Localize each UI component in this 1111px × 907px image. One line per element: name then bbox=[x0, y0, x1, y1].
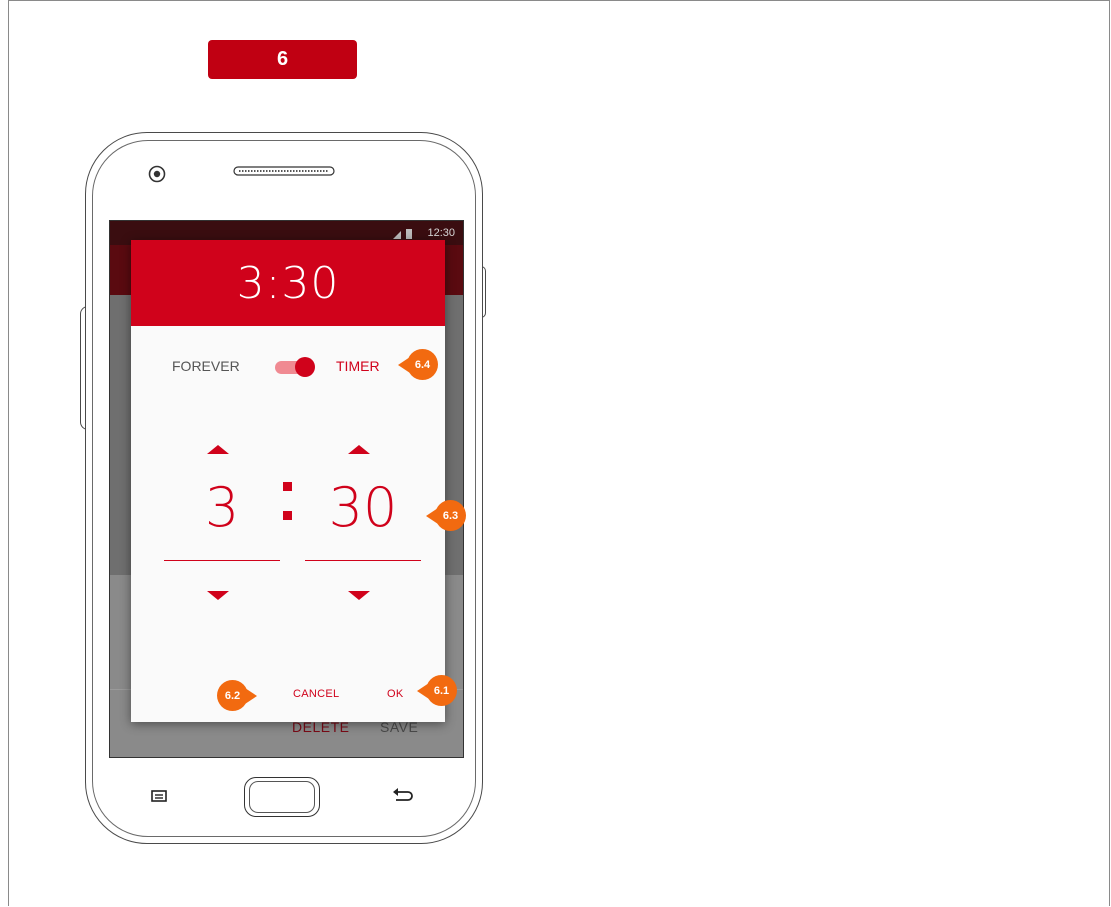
minutes-field[interactable]: 30 bbox=[305, 476, 421, 539]
minutes-down-arrow-icon[interactable] bbox=[348, 591, 370, 600]
hours-up-arrow-icon[interactable] bbox=[207, 445, 229, 454]
back-icon[interactable] bbox=[392, 787, 414, 803]
camera-icon bbox=[148, 165, 166, 183]
hours-field[interactable]: 3 bbox=[164, 476, 280, 539]
status-time: 12:30 bbox=[427, 227, 455, 239]
toggle-thumb bbox=[295, 357, 315, 377]
annotation-6-4: 6.4 bbox=[398, 349, 438, 380]
cancel-button[interactable]: CANCEL bbox=[293, 688, 339, 700]
time-separator bbox=[283, 482, 295, 540]
speaker-grille-icon bbox=[233, 166, 335, 176]
step-badge: 6 bbox=[208, 40, 357, 79]
annotation-6-2: 6.2 bbox=[217, 680, 257, 711]
dialog-header: 3:30 bbox=[131, 240, 445, 326]
annotation-6-3: 6.3 bbox=[426, 500, 466, 531]
hours-underline bbox=[164, 560, 280, 561]
ok-button[interactable]: OK bbox=[387, 688, 404, 700]
minutes-underline bbox=[305, 560, 421, 561]
signal-icon bbox=[393, 229, 412, 239]
timer-dialog: 3:30 FOREVER TIMER 3 30 CANCEL OK bbox=[131, 240, 445, 722]
selected-time: 3:30 bbox=[236, 257, 340, 309]
mode-forever-label[interactable]: FOREVER bbox=[172, 358, 240, 374]
annotation-6-1: 6.1 bbox=[417, 675, 457, 706]
minutes-up-arrow-icon[interactable] bbox=[348, 445, 370, 454]
hours-down-arrow-icon[interactable] bbox=[207, 591, 229, 600]
mode-toggle[interactable] bbox=[275, 357, 317, 377]
home-button-inner bbox=[249, 781, 315, 813]
menu-icon[interactable] bbox=[151, 790, 167, 802]
mode-timer-label[interactable]: TIMER bbox=[336, 358, 380, 374]
